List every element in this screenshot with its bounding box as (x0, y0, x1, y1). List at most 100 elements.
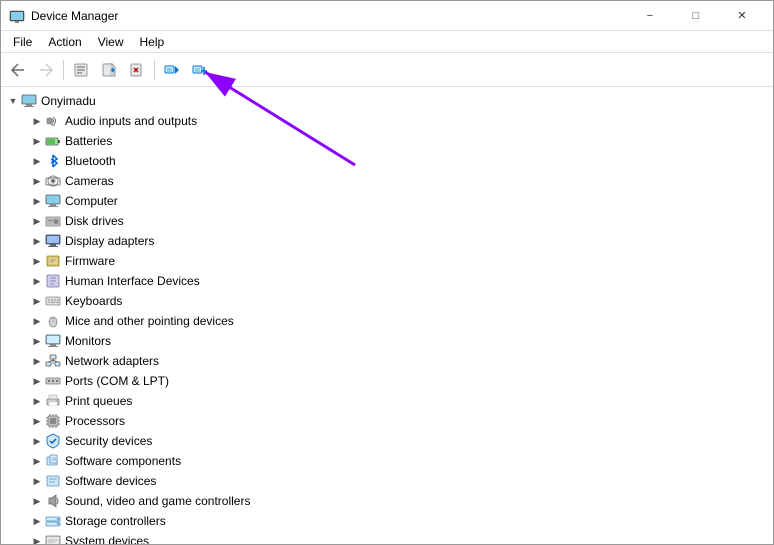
toolbar-sep-2 (154, 60, 155, 80)
maximize-button[interactable]: □ (673, 1, 719, 31)
print-label: Print queues (65, 394, 132, 408)
computer-icon (21, 93, 37, 109)
system-icon (45, 533, 61, 544)
audio-expand: ▶ (29, 113, 45, 129)
tree-item-firmware[interactable]: ▶ Firmware (1, 251, 773, 271)
network-label: Network adapters (65, 354, 159, 368)
tree-root[interactable]: ▼ Onyimadu (1, 91, 773, 111)
tree-item-disk[interactable]: ▶ Disk drives (1, 211, 773, 231)
display-icon (45, 233, 61, 249)
tree-item-cameras[interactable]: ▶ Cameras (1, 171, 773, 191)
tree-item-storage[interactable]: ▶ Storage controllers (1, 511, 773, 531)
software-dev-expand: ▶ (29, 473, 45, 489)
disk-label: Disk drives (65, 214, 124, 228)
keyboards-expand: ▶ (29, 293, 45, 309)
close-button[interactable]: ✕ (719, 1, 765, 31)
batteries-label: Batteries (65, 134, 112, 148)
menu-action[interactable]: Action (40, 33, 89, 51)
back-button[interactable] (5, 57, 31, 83)
tree-item-ports[interactable]: ▶ Ports (COM & LPT) (1, 371, 773, 391)
sound-label: Sound, video and game controllers (65, 494, 250, 508)
properties-button[interactable] (68, 57, 94, 83)
forward-button[interactable] (33, 57, 59, 83)
port-icon (45, 373, 61, 389)
system-label: System devices (65, 534, 149, 544)
storage-label: Storage controllers (65, 514, 166, 528)
display-expand: ▶ (29, 233, 45, 249)
tree-item-system[interactable]: ▶ System devices (1, 531, 773, 544)
toolbar-sep-1 (63, 60, 64, 80)
audio-icon (45, 113, 61, 129)
hid-expand: ▶ (29, 273, 45, 289)
tree-item-keyboards[interactable]: ▶ Keyboards (1, 291, 773, 311)
tree-item-monitors[interactable]: ▶ Monitors (1, 331, 773, 351)
tree-item-software-devices[interactable]: ▶ Software devices (1, 471, 773, 491)
security-label: Security devices (65, 434, 152, 448)
computer-label: Computer (65, 194, 118, 208)
mice-label: Mice and other pointing devices (65, 314, 234, 328)
back-icon (10, 62, 26, 78)
mouse-icon (45, 313, 61, 329)
tree-item-print[interactable]: ▶ Print queues (1, 391, 773, 411)
menu-bar: File Action View Help (1, 31, 773, 53)
mice-expand: ▶ (29, 313, 45, 329)
minimize-button[interactable]: − (627, 1, 673, 31)
menu-view[interactable]: View (90, 33, 132, 51)
uninstall-button[interactable] (124, 57, 150, 83)
tree-item-audio[interactable]: ▶ Audio inputs and outputs (1, 111, 773, 131)
cameras-label: Cameras (65, 174, 114, 188)
software-comp-icon (45, 453, 61, 469)
monitor-icon (45, 333, 61, 349)
tree-item-network[interactable]: ▶ Network adapters (1, 351, 773, 371)
update-driver-icon (101, 62, 117, 78)
batteries-expand: ▶ (29, 133, 45, 149)
scan-button[interactable] (159, 57, 185, 83)
add-driver-button[interactable] (187, 57, 213, 83)
hid-label: Human Interface Devices (65, 274, 200, 288)
monitors-expand: ▶ (29, 333, 45, 349)
firmware-icon (45, 253, 61, 269)
software-dev-label: Software devices (65, 474, 156, 488)
audio-label: Audio inputs and outputs (65, 114, 197, 128)
tree-item-computer[interactable]: ▶ Computer (1, 191, 773, 211)
tree-item-software-components[interactable]: ▶ Software components (1, 451, 773, 471)
system-expand: ▶ (29, 533, 45, 544)
firmware-label: Firmware (65, 254, 115, 268)
software-dev-icon (45, 473, 61, 489)
tree-item-display[interactable]: ▶ Display adapters (1, 231, 773, 251)
tree-item-mice[interactable]: ▶ Mice and other pointing devices (1, 311, 773, 331)
battery-icon (45, 133, 61, 149)
menu-help[interactable]: Help (132, 33, 173, 51)
disk-expand: ▶ (29, 213, 45, 229)
tree-item-sound[interactable]: ▶ Sound, video and game controllers (1, 491, 773, 511)
hid-icon (45, 273, 61, 289)
print-expand: ▶ (29, 393, 45, 409)
network-expand: ▶ (29, 353, 45, 369)
add-driver-icon (192, 62, 208, 78)
printer-icon (45, 393, 61, 409)
software-comp-expand: ▶ (29, 453, 45, 469)
keyboard-icon (45, 293, 61, 309)
tree-item-security[interactable]: ▶ Security devices (1, 431, 773, 451)
display-label: Display adapters (65, 234, 154, 248)
firmware-expand: ▶ (29, 253, 45, 269)
bluetooth-expand: ▶ (29, 153, 45, 169)
sound-expand: ▶ (29, 493, 45, 509)
camera-icon (45, 173, 61, 189)
device-manager-window: Device Manager − □ ✕ File Action View He… (0, 0, 774, 545)
menu-file[interactable]: File (5, 33, 40, 51)
toolbar (1, 53, 773, 87)
processors-expand: ▶ (29, 413, 45, 429)
update-driver-button[interactable] (96, 57, 122, 83)
forward-icon (38, 62, 54, 78)
tree-item-batteries[interactable]: ▶ Batteries (1, 131, 773, 151)
tree-item-bluetooth[interactable]: ▶ Bluetooth (1, 151, 773, 171)
software-comp-label: Software components (65, 454, 181, 468)
root-label: Onyimadu (41, 94, 96, 108)
keyboards-label: Keyboards (65, 294, 122, 308)
computer-expand: ▶ (29, 193, 45, 209)
tree-item-processors[interactable]: ▶ Proces (1, 411, 773, 431)
title-bar-controls: − □ ✕ (627, 1, 765, 31)
tree-content[interactable]: ▼ Onyimadu ▶ Audio inputs (1, 87, 773, 544)
tree-item-hid[interactable]: ▶ Human Interface Devices (1, 271, 773, 291)
